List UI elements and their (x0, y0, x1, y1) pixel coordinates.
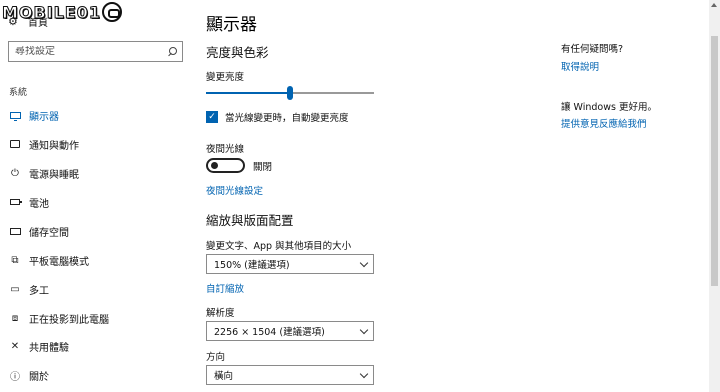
monitor-icon (8, 111, 22, 121)
scrollbar[interactable] (709, 0, 720, 392)
battery-icon (8, 199, 22, 205)
sidebar-item-shared-experiences[interactable]: ✕ 共用體驗 (0, 336, 196, 356)
night-light-toggle-row: 關閉 (206, 158, 272, 173)
custom-scaling-link[interactable]: 自訂縮放 (206, 281, 244, 295)
brightness-slider[interactable] (206, 86, 374, 100)
chevron-down-icon (359, 258, 369, 267)
resolution-dropdown-value: 2256 × 1504 (建議選項) (214, 327, 325, 338)
sidebar-item-label: 正在投影到此電腦 (29, 314, 109, 326)
tablet-mode-icon: ⧉ (11, 254, 19, 266)
sidebar-item-label: 通知與動作 (29, 140, 79, 152)
orientation-label: 方向 (206, 352, 226, 363)
info-icon: ⓘ (10, 371, 20, 383)
settings-nav: ⚙ 首頁 系統 顯示器 通知與動作 ⏻ 電源與睡眠 電池 儲存空間 ⧉ 平板電腦… (0, 0, 196, 392)
watermark-ball-icon (102, 2, 123, 22)
shared-experiences-icon: ✕ (10, 340, 20, 352)
nav-section-label: 系統 (9, 88, 28, 98)
get-help-link[interactable]: 取得說明 (561, 59, 599, 73)
scroll-thumb[interactable] (711, 36, 718, 286)
power-icon: ⏻ (11, 167, 19, 179)
notification-icon (8, 140, 22, 148)
chevron-down-icon (359, 325, 369, 334)
sidebar-item-label: 多工 (29, 285, 49, 297)
checkbox-checked-icon[interactable]: ✓ (206, 111, 218, 123)
sidebar-item-label: 關於 (29, 371, 49, 383)
orientation-dropdown[interactable]: 橫向 (206, 365, 374, 385)
scale-dropdown-value: 150% (建議選項) (214, 260, 290, 271)
sidebar-item-label: 顯示器 (29, 111, 59, 123)
sidebar-item-label: 儲存空間 (29, 227, 69, 239)
sidebar-item-about[interactable]: ⓘ 關於 (0, 365, 196, 385)
sidebar-item-multitasking[interactable]: ▭ 多工 (0, 279, 196, 299)
search-icon[interactable] (167, 46, 177, 57)
sidebar-item-tablet-mode[interactable]: ⧉ 平板電腦模式 (0, 250, 196, 270)
sidebar-item-display[interactable]: 顯示器 (0, 105, 196, 125)
night-light-label: 夜間光線 (206, 144, 245, 155)
auto-brightness-label: 當光線變更時，自動變更亮度 (225, 113, 349, 124)
sidebar-item-storage[interactable]: 儲存空間 (0, 221, 196, 241)
night-light-settings-link[interactable]: 夜間光線設定 (206, 183, 263, 197)
multitasking-icon: ▭ (10, 283, 20, 295)
storage-icon (8, 227, 22, 235)
watermark-text: MOBILE01 (1, 2, 102, 22)
sidebar-item-notifications[interactable]: 通知與動作 (0, 134, 196, 154)
projecting-icon: ⧈ (11, 312, 19, 324)
search-box[interactable] (8, 41, 183, 62)
scale-label: 變更文字、App 與其他項目的大小 (206, 241, 352, 252)
improve-windows-text: 讓 Windows 更好用。 (561, 102, 657, 113)
sidebar-item-label: 平板電腦模式 (29, 256, 89, 268)
scale-dropdown[interactable]: 150% (建議選項) (206, 254, 374, 274)
auto-brightness-checkbox-row[interactable]: ✓ 當光線變更時，自動變更亮度 (206, 110, 349, 124)
resolution-dropdown[interactable]: 2256 × 1504 (建議選項) (206, 321, 374, 341)
resolution-label: 解析度 (206, 308, 235, 319)
sidebar-item-label: 電源與睡眠 (29, 169, 79, 181)
sidebar-item-power[interactable]: ⏻ 電源與睡眠 (0, 163, 196, 183)
feedback-link[interactable]: 提供意見反應給我們 (561, 116, 647, 130)
sidebar-item-label: 電池 (29, 198, 49, 210)
orientation-dropdown-value: 橫向 (214, 371, 234, 382)
night-light-toggle[interactable] (206, 158, 245, 173)
night-light-state: 關閉 (253, 161, 273, 173)
mobile01-watermark-logo: MOBILE01 (1, 1, 123, 23)
page-title: 顯示器 (206, 15, 257, 35)
brightness-label: 變更亮度 (206, 72, 245, 83)
sidebar-item-battery[interactable]: 電池 (0, 192, 196, 212)
sidebar-item-label: 共用體驗 (29, 342, 69, 354)
help-question: 有任何疑問嗎? (561, 44, 624, 55)
slider-fill (206, 92, 290, 94)
search-input[interactable] (15, 46, 155, 57)
chevron-down-icon (359, 369, 369, 378)
brightness-heading: 亮度與色彩 (206, 45, 269, 60)
slider-thumb[interactable] (287, 86, 293, 100)
scroll-up-arrow-icon[interactable] (711, 3, 717, 7)
sidebar-item-projecting[interactable]: ⧈ 正在投影到此電腦 (0, 308, 196, 328)
scale-layout-heading: 縮放與版面配置 (206, 213, 294, 228)
